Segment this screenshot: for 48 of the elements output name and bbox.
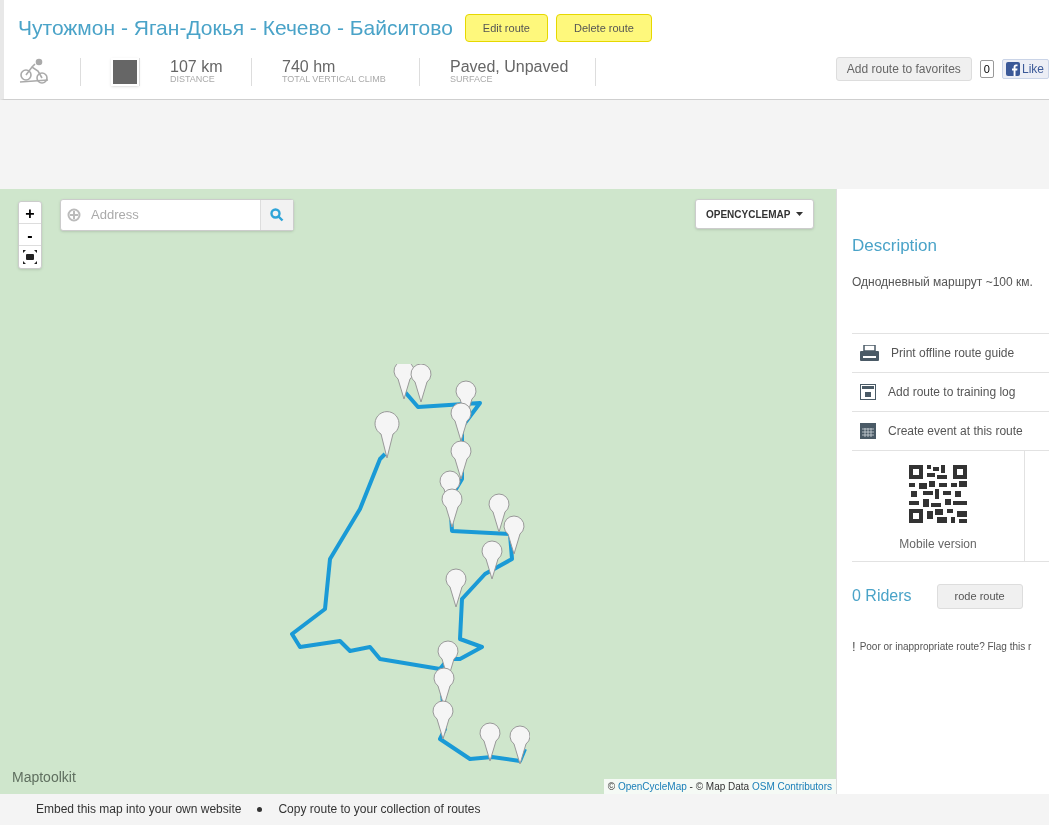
cyclist-icon <box>18 57 50 86</box>
stat-label: TOTAL VERTICAL CLIMB <box>282 75 386 84</box>
caret-icon <box>796 212 804 216</box>
address-search-field[interactable]: Address <box>60 199 294 231</box>
description-text: Однодневный маршрут ~100 км. <box>852 273 1034 291</box>
description-heading: Description <box>852 235 939 257</box>
copy-route-link[interactable]: Copy route to your collection of routes <box>278 800 481 818</box>
attribution-text: © <box>607 781 617 792</box>
mobile-version-link[interactable]: Mobile version <box>899 534 977 553</box>
map-logo: Maptoolkit <box>12 768 76 787</box>
attribution-link[interactable]: OSM Contributors <box>751 781 832 792</box>
stat-value: Paved, Unpaved <box>450 59 569 75</box>
sidebar-action-link[interactable]: Create event at this route <box>888 421 1023 440</box>
stat-value: 107 km <box>170 59 223 75</box>
delete-route-button[interactable]: Delete route <box>555 13 652 42</box>
stat-label: DISTANCE <box>170 75 216 84</box>
stat-label: SURFACE <box>450 75 494 84</box>
fullscreen-icon <box>23 250 37 264</box>
rode-route-button[interactable]: rode route <box>936 583 1023 609</box>
calendar-grid-icon <box>860 422 876 439</box>
riders-count: 0 Riders <box>852 586 912 606</box>
warning-mark: ! <box>852 637 856 656</box>
favorites-count: 0 <box>979 59 994 79</box>
zoom-out-button[interactable]: - <box>19 224 41 246</box>
calendar-icon <box>860 383 876 400</box>
search-button[interactable] <box>260 200 293 230</box>
zoom-in-button[interactable]: + <box>19 202 41 224</box>
attribution-text: - © Map Data <box>688 781 751 792</box>
add-to-favorites-button[interactable]: Add route to favorites <box>835 57 972 81</box>
edit-route-button[interactable]: Edit route <box>464 13 548 42</box>
address-field[interactable]: Address <box>91 205 260 225</box>
printer-icon <box>860 344 879 361</box>
map-view[interactable]: + - Address OPENCYCLEMAP Maptoolkit © OpenCycleMap - © Map Data OSM Contributors <box>0 189 836 794</box>
stat-value: 740 hm <box>282 59 337 75</box>
crosshair-icon <box>67 208 81 222</box>
flag-route-link[interactable]: Poor or inappropriate route? Flag this r <box>859 638 1032 654</box>
qr-code-icon <box>909 464 967 523</box>
sidebar-action-link[interactable]: Add route to training log <box>888 382 1016 401</box>
facebook-icon <box>1006 62 1020 76</box>
attribution-link[interactable]: OpenCycleMap <box>617 781 687 792</box>
search-icon <box>270 208 284 222</box>
user-avatar[interactable] <box>111 57 139 86</box>
bullet-icon <box>257 806 263 812</box>
map-layer-dropdown[interactable]: OPENCYCLEMAP <box>695 199 815 229</box>
embed-map-link[interactable]: Embed this map into your own website <box>36 800 242 818</box>
sidebar-action-link[interactable]: Print offline route guide <box>891 343 1015 362</box>
like-button[interactable]: Like <box>1002 59 1049 79</box>
route-title: Чутожмон - Яган-Докья - Кечево - Байситово <box>18 15 453 41</box>
